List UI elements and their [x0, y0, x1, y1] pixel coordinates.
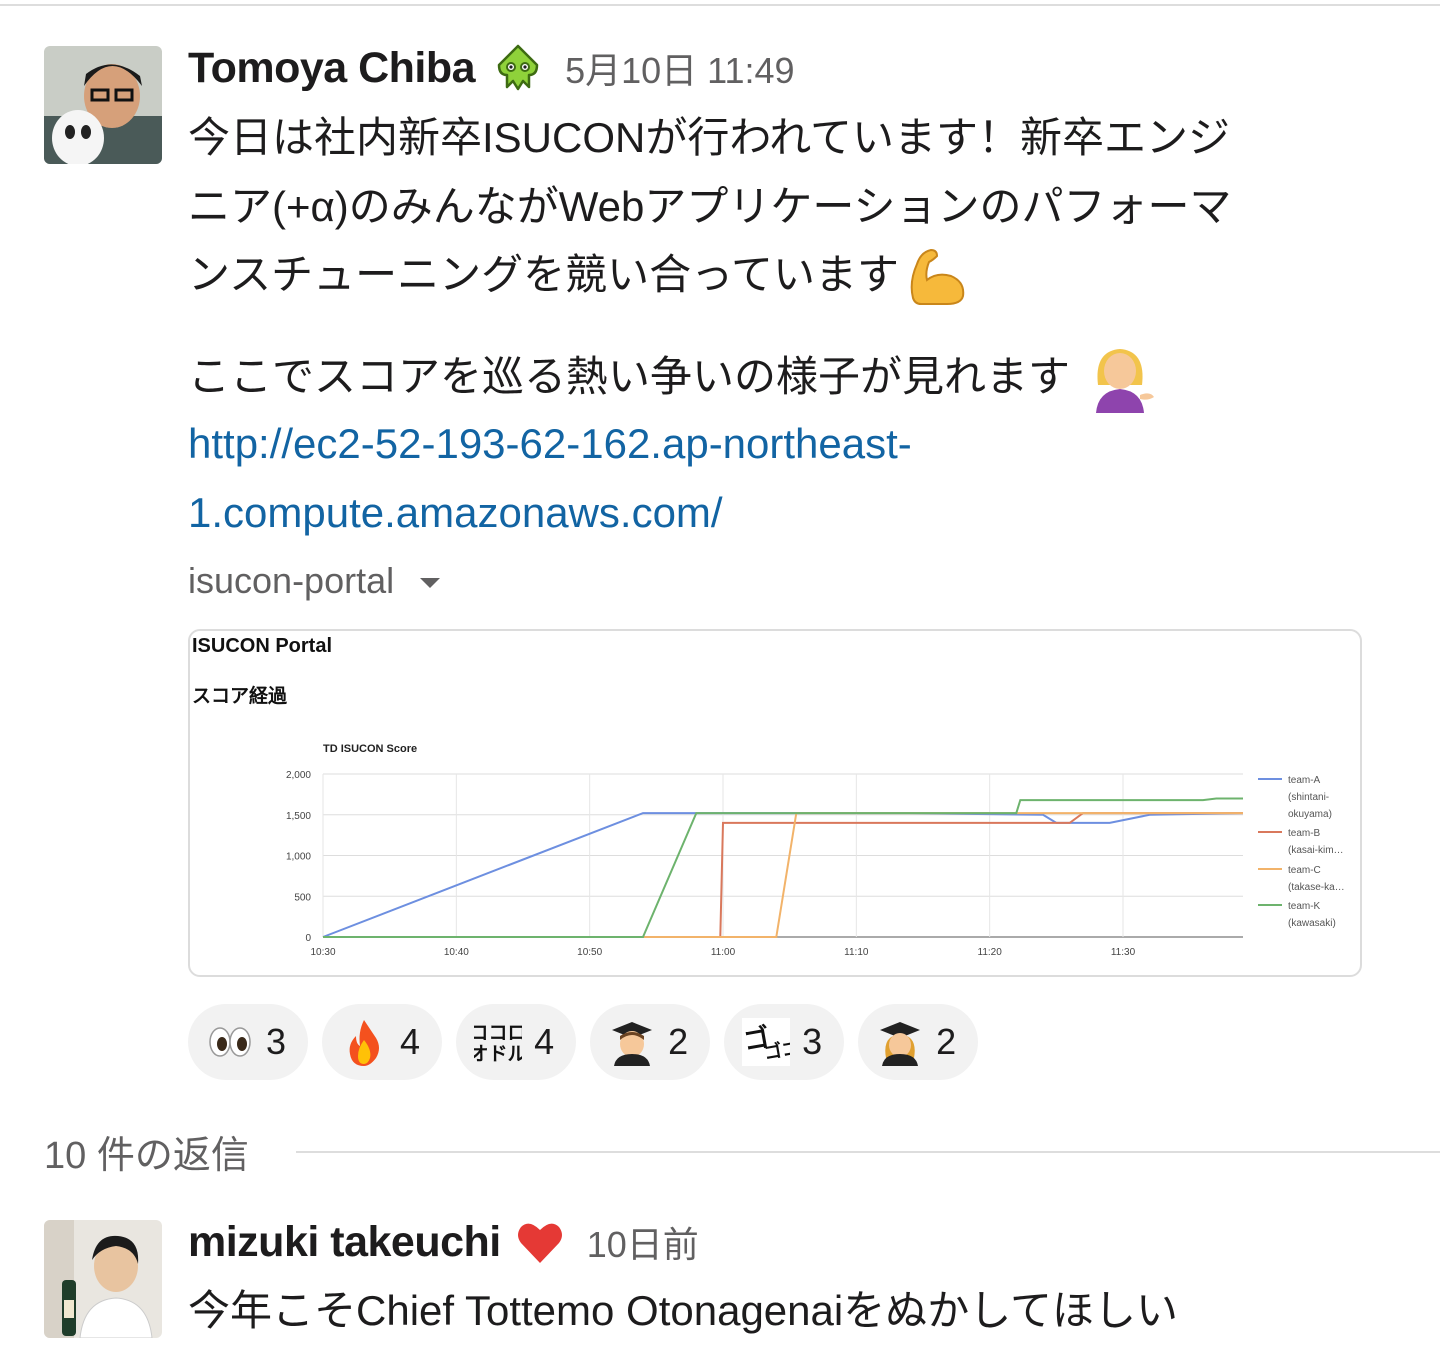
legend-label: (shintani- [1288, 792, 1329, 803]
heart-icon[interactable] [515, 1217, 565, 1267]
avatar[interactable] [44, 1220, 162, 1338]
message-line: ンスチューニングを競い合っています [188, 241, 969, 309]
legend-label: okuyama) [1288, 809, 1332, 820]
reaction-gogogo[interactable]: ゴ ゴゴ 3 [724, 1004, 845, 1080]
squid-icon[interactable] [493, 43, 543, 93]
author-name[interactable]: mizuki takeuchi [188, 1218, 501, 1267]
legend-label: (kasai-kim… [1288, 845, 1344, 856]
series-line-1 [322, 812, 1244, 938]
eyes-icon [206, 1018, 254, 1066]
series-line-2 [323, 812, 1243, 938]
man-graduate-icon [608, 1018, 656, 1066]
legend-label: (kawasaki) [1288, 918, 1336, 929]
reply-timestamp[interactable]: 10日前 [587, 1216, 699, 1268]
x-tick-label: 11:30 [1111, 947, 1136, 958]
x-tick-label: 11:10 [844, 947, 869, 958]
kokoro-odoru-icon: ココロ オドル [470, 1018, 527, 1066]
reaction-woman-graduate[interactable]: 2 [858, 1004, 979, 1080]
x-tick-label: 10:30 [310, 947, 335, 958]
reply-text: 今年こそChief Tottemo Otonagenaiをぬかしてほしい [188, 1287, 1178, 1334]
reply-header: mizuki takeuchi 10日前 [188, 1216, 699, 1268]
legend-label: team-B [1288, 828, 1321, 839]
reaction-kokoro-odoru[interactable]: ココロ オドル 4 [456, 1004, 577, 1080]
fire-icon [340, 1018, 388, 1066]
message-timestamp[interactable]: 5月10日 11:49 [565, 42, 794, 94]
reactions: 3 4 ココロ オドル 4 2 ゴ ゴゴ 3 2 [188, 1004, 979, 1080]
reaction-eyes[interactable]: 3 [188, 1004, 309, 1080]
svg-text:オドル: オドル [474, 1043, 522, 1065]
gogogo-icon: ゴ ゴゴ [741, 1018, 802, 1066]
x-tick-label: 10:50 [577, 947, 602, 958]
legend-label: team-A [1288, 775, 1321, 786]
legend-label: team-C [1288, 865, 1321, 876]
legend-label: team-K [1288, 901, 1321, 912]
message-link[interactable]: 1.compute.amazonaws.com/ [188, 479, 723, 547]
message-line: 今日は社内新卒ISUCONが行われています！新卒エンジ [188, 114, 1230, 161]
legend-label: (takase-ka… [1288, 882, 1345, 893]
reaction-count: 4 [534, 1021, 555, 1062]
woman-tipping-hand-icon [1084, 341, 1156, 413]
replies-count[interactable]: 10 件の返信 [44, 1124, 249, 1179]
series-line-4 [323, 797, 1243, 938]
reaction-man-graduate[interactable]: 2 [590, 1004, 711, 1080]
message-line: ニア(+α)のみんながWebアプリケーションのパフォーマ [188, 183, 1232, 230]
x-tick-label: 11:00 [711, 947, 736, 958]
y-tick-label: 500 [294, 892, 311, 903]
y-tick-label: 2,000 [286, 770, 311, 781]
reaction-count: 2 [668, 1021, 689, 1062]
reaction-count: 2 [936, 1021, 957, 1062]
reaction-fire[interactable]: 4 [322, 1004, 443, 1080]
message-line-text: ここでスコアを巡る熱い争いの様子が見れます [188, 353, 1071, 400]
link-preview-image[interactable]: ISUCON Portal スコア経過 TD ISUCON Score 0 500 1… [188, 629, 1362, 977]
woman-graduate-icon [876, 1018, 924, 1066]
y-tick-label: 1,500 [286, 811, 311, 822]
reaction-count: 3 [802, 1021, 823, 1062]
score-chart: TD ISUCON Score 0 500 1,000 1,500 2,000 10:30 1… [286, 743, 1345, 958]
caret-down-icon[interactable] [420, 578, 441, 588]
chart-title: TD ISUCON Score [323, 743, 417, 755]
y-tick-label: 1,000 [286, 852, 311, 863]
svg-text:ココロ: ココロ [474, 1022, 522, 1044]
message-line-text: ンスチューニングを競い合っています [188, 251, 900, 298]
x-tick-label: 11:20 [978, 947, 1003, 958]
reaction-count: 3 [266, 1021, 287, 1062]
series-line-3 [323, 812, 1243, 938]
replies-divider [296, 1151, 1440, 1153]
message-link[interactable]: http://ec2-52-193-62-162.ap-northeast- [188, 410, 912, 478]
avatar[interactable] [44, 46, 162, 164]
x-tick-label: 10:40 [444, 947, 469, 958]
y-tick-label: 0 [305, 933, 311, 944]
message-header: Tomoya Chiba 5月10日 11:49 [188, 42, 795, 94]
attachment-source-label: isucon-portal [188, 560, 395, 601]
flexed-biceps-icon [903, 242, 969, 308]
reaction-count: 4 [400, 1021, 421, 1062]
attachment-source[interactable]: isucon-portal [188, 560, 441, 602]
top-divider [0, 4, 1440, 6]
author-name[interactable]: Tomoya Chiba [188, 44, 476, 93]
message-line: ここでスコアを巡る熱い争いの様子が見れます [188, 341, 1156, 413]
